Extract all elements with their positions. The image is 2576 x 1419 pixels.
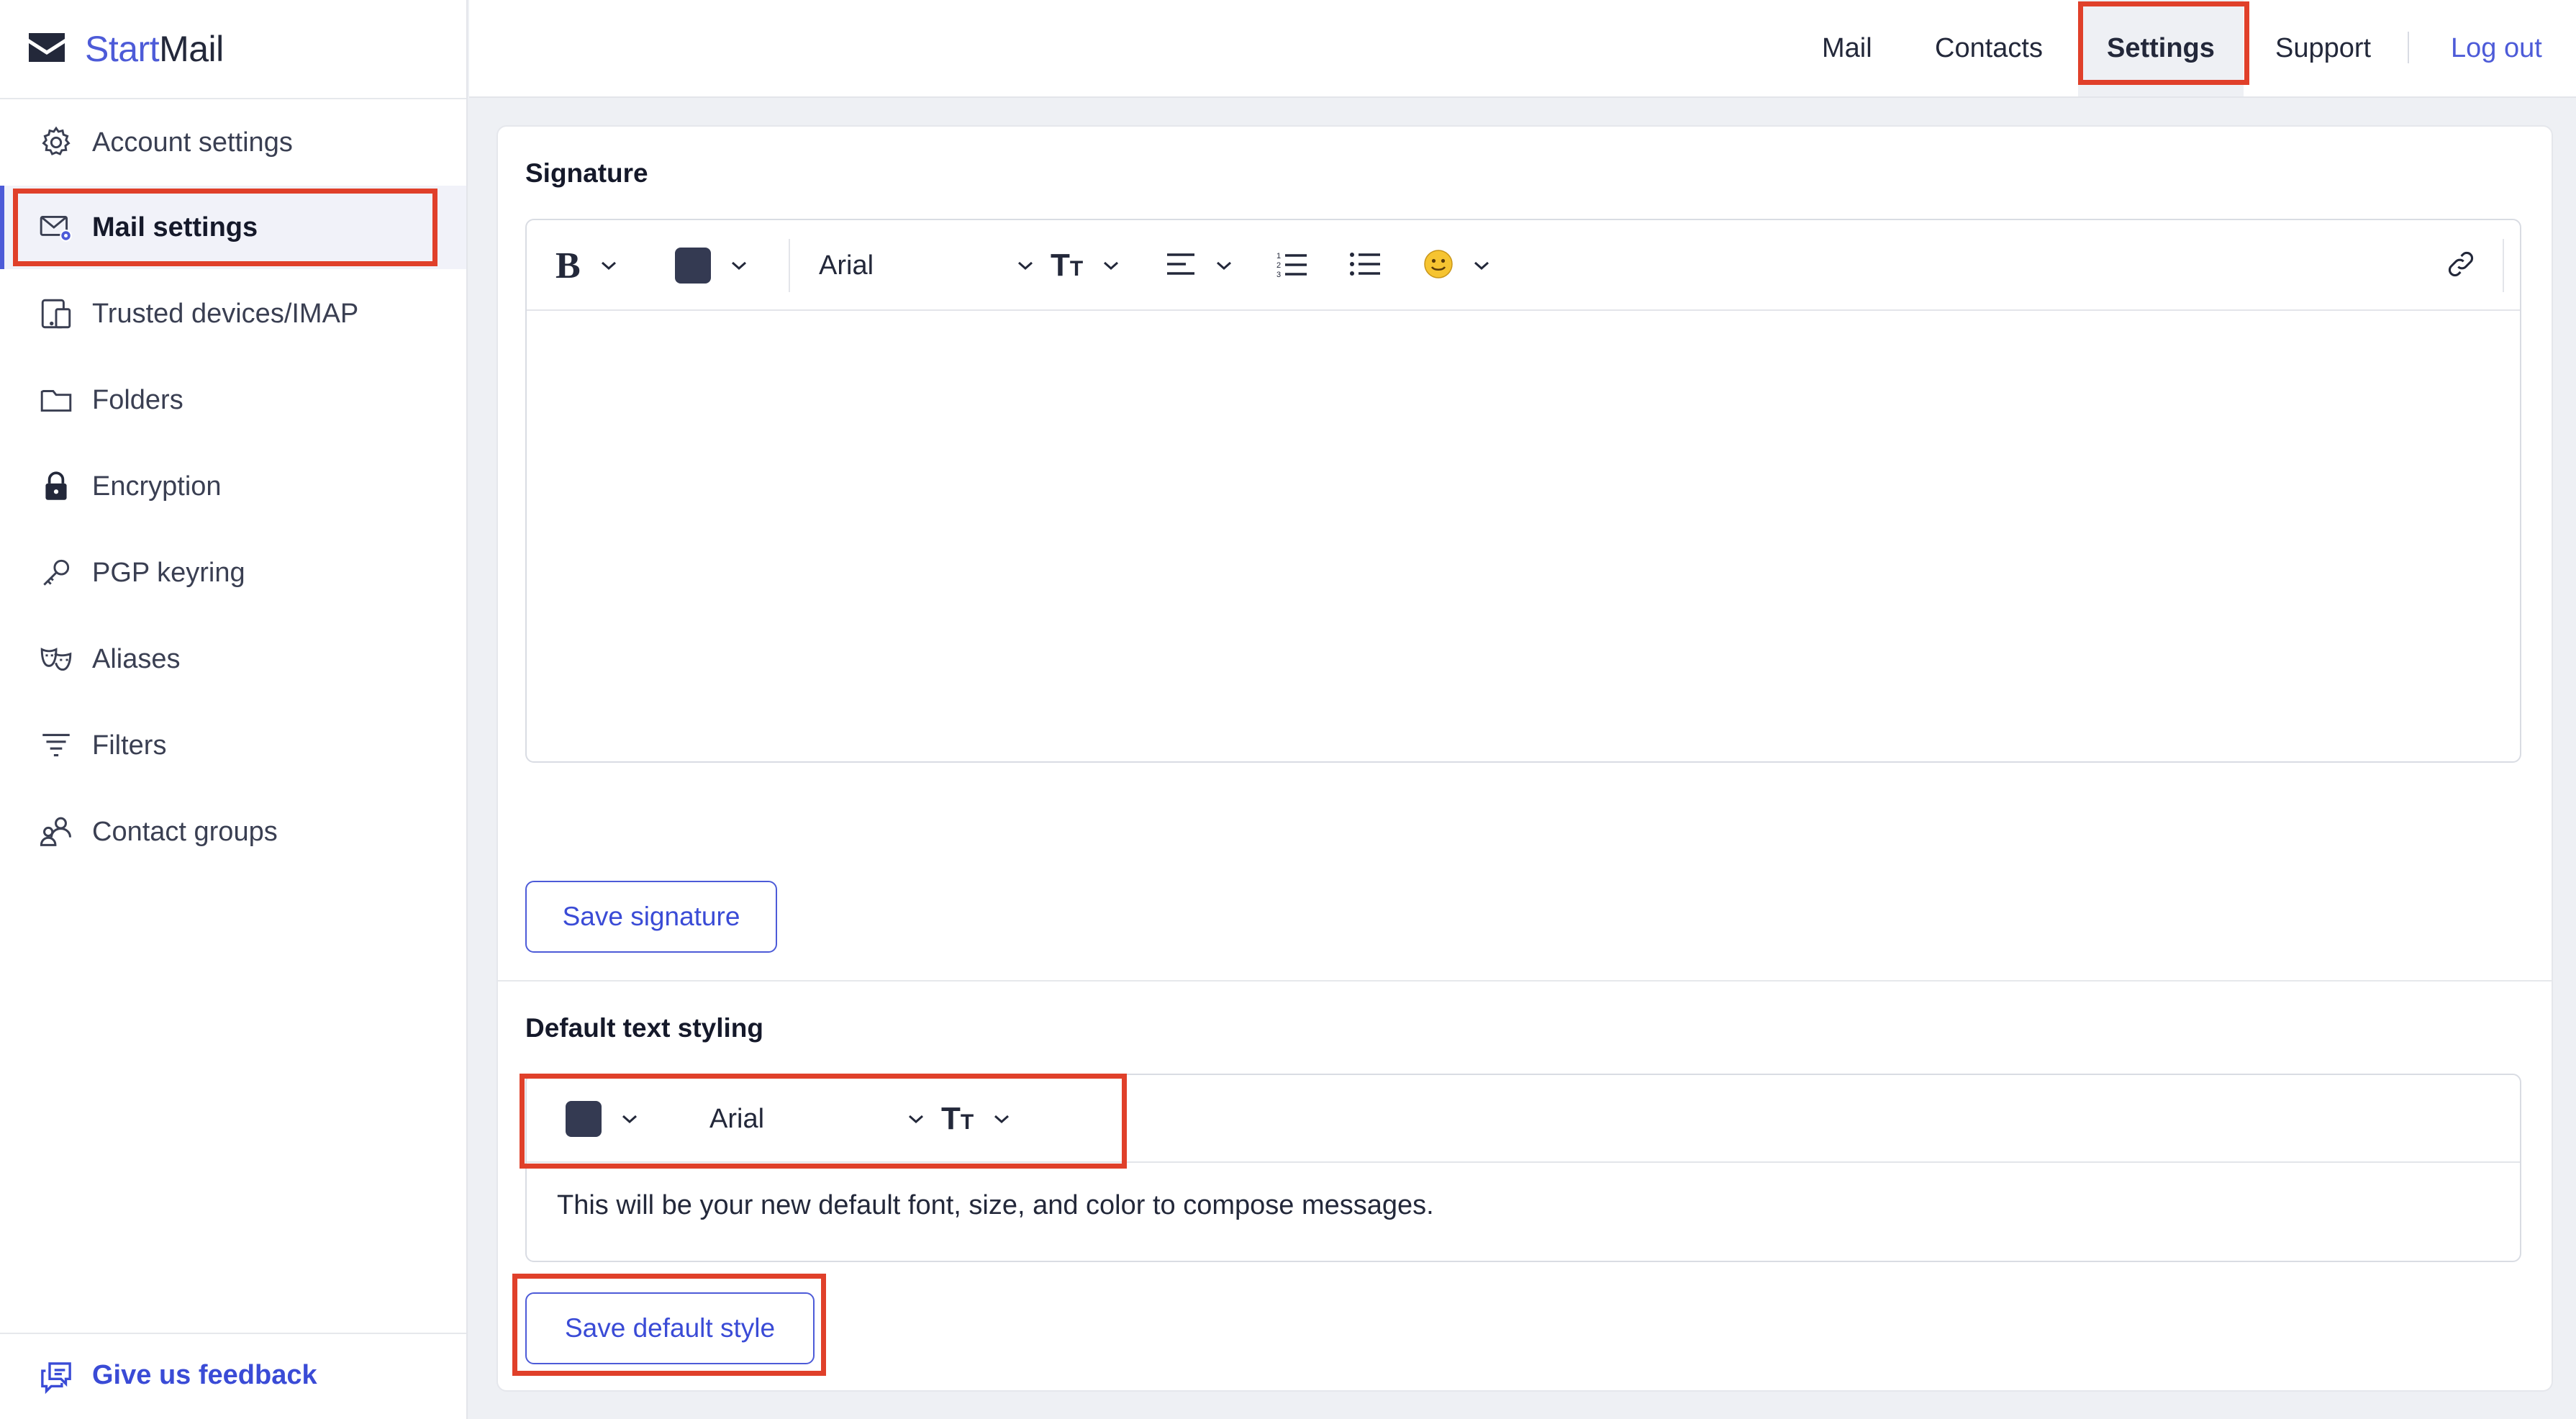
toolbar-separator <box>789 239 790 292</box>
sidebar-item-label: Aliases <box>92 643 181 674</box>
sidebar-item-aliases[interactable]: Aliases <box>0 617 466 701</box>
text-color-swatch <box>566 1101 602 1137</box>
feedback-label: Give us feedback <box>92 1360 317 1390</box>
signature-toolbar: B Arial TT 123 <box>527 220 2520 311</box>
font-family-dropdown[interactable]: Arial <box>819 220 1035 311</box>
gear-icon <box>36 122 76 163</box>
chevron-down-icon <box>907 1113 925 1125</box>
align-left-icon <box>1166 252 1196 280</box>
contact-group-icon <box>36 812 76 852</box>
insert-link-button[interactable] <box>2445 220 2477 311</box>
save-default-style-button[interactable]: Save default style <box>525 1292 815 1364</box>
signature-editor: B Arial TT 123 <box>525 219 2521 763</box>
bold-icon: B <box>555 245 581 286</box>
lock-icon <box>36 466 76 507</box>
font-size-icon: TT <box>941 1101 974 1136</box>
save-signature-button[interactable]: Save signature <box>525 881 777 953</box>
top-navigation: Mail Contacts Settings Support Log out <box>469 0 2576 98</box>
bullet-list-button[interactable] <box>1350 220 1382 311</box>
default-font-size-dropdown[interactable]: TT <box>941 1075 1011 1163</box>
mail-gear-icon <box>36 207 76 248</box>
emoji-dropdown[interactable] <box>1423 220 1491 311</box>
link-icon <box>2445 248 2477 284</box>
svg-text:1: 1 <box>1276 252 1281 260</box>
chevron-down-icon <box>599 260 618 271</box>
nav-contacts[interactable]: Contacts <box>1935 0 2043 96</box>
font-size-icon: TT <box>1051 248 1084 283</box>
chevron-down-icon <box>992 1113 1011 1125</box>
logout-link[interactable]: Log out <box>2451 0 2542 96</box>
give-feedback-link[interactable]: Give us feedback <box>0 1336 466 1419</box>
mail-settings-card: Signature B Arial TT 1 2 3 Save signatur… <box>496 125 2553 1392</box>
ordered-list-icon: 123 <box>1276 250 1308 281</box>
sidebar-item-label: Mail settings <box>92 212 258 242</box>
sidebar-item-contact-groups[interactable]: Contact groups <box>0 790 466 874</box>
text-color-dropdown[interactable] <box>675 220 748 311</box>
brand-name: StartMail <box>85 28 224 70</box>
key-icon <box>36 553 76 593</box>
sidebar-item-label: PGP keyring <box>92 557 245 588</box>
default-style-toolbar: Arial TT <box>527 1075 2520 1163</box>
masks-icon <box>36 639 76 679</box>
chevron-down-icon <box>730 260 748 271</box>
ordered-list-button[interactable]: 123 <box>1276 220 1308 311</box>
text-color-swatch <box>675 248 711 284</box>
svg-text:2: 2 <box>1276 261 1281 270</box>
sidebar-item-filters[interactable]: Filters <box>0 704 466 787</box>
sidebar-item-trusted-devices[interactable]: Trusted devices/IMAP <box>0 272 466 355</box>
envelope-logo-icon <box>27 32 66 67</box>
sidebar-divider <box>0 98 466 99</box>
toolbar-separator <box>2503 239 2504 292</box>
sidebar-item-account-settings[interactable]: Account settings <box>0 101 466 184</box>
section-divider <box>498 980 2552 981</box>
default-font-family-dropdown[interactable]: Arial <box>709 1075 925 1163</box>
chevron-down-icon <box>1102 260 1120 271</box>
nav-mail[interactable]: Mail <box>1822 0 1872 96</box>
default-text-styling-title: Default text styling <box>525 1013 763 1043</box>
signature-title: Signature <box>525 158 648 188</box>
sidebar-item-label: Account settings <box>92 127 293 158</box>
sidebar-item-label: Filters <box>92 730 167 761</box>
filter-icon <box>36 725 76 766</box>
sidebar-item-encryption[interactable]: Encryption <box>0 445 466 528</box>
chevron-down-icon <box>1215 260 1233 271</box>
align-dropdown[interactable] <box>1166 220 1233 311</box>
brand-mail: Mail <box>159 29 224 69</box>
svg-text:3: 3 <box>1276 271 1281 278</box>
font-family-value: Arial <box>819 250 874 281</box>
sidebar-item-label: Trusted devices/IMAP <box>92 298 359 329</box>
nav-support[interactable]: Support <box>2275 0 2371 96</box>
chevron-down-icon <box>1016 260 1035 271</box>
nav-separator <box>2408 32 2409 63</box>
emoji-smiley-icon <box>1423 249 1453 283</box>
nav-settings[interactable]: Settings <box>2078 0 2244 96</box>
devices-icon <box>36 294 76 334</box>
startmail-logo[interactable]: StartMail <box>27 26 224 72</box>
signature-text-area[interactable] <box>527 312 2520 763</box>
bold-dropdown[interactable]: B <box>555 220 618 311</box>
sidebar-item-label: Folders <box>92 384 183 415</box>
sidebar-item-label: Encryption <box>92 471 222 502</box>
default-style-preview-text: This will be your new default font, size… <box>557 1190 1434 1220</box>
sidebar-item-mail-settings[interactable]: Mail settings <box>0 186 466 269</box>
sidebar-item-folders[interactable]: Folders <box>0 358 466 442</box>
default-style-editor: Arial TT This will be your new default f… <box>525 1074 2521 1262</box>
chevron-down-icon <box>620 1113 639 1125</box>
font-size-dropdown[interactable]: TT <box>1051 220 1120 311</box>
font-family-value: Arial <box>709 1103 765 1134</box>
folder-icon <box>36 380 76 420</box>
brand-start: Start <box>85 29 160 69</box>
sidebar-footer-divider <box>0 1333 466 1334</box>
default-text-color-dropdown[interactable] <box>566 1075 639 1163</box>
bullet-list-icon <box>1350 250 1382 281</box>
chat-bubbles-icon <box>35 1356 78 1399</box>
sidebar-item-label: Contact groups <box>92 816 278 847</box>
sidebar: StartMail Account settings Mail settings <box>0 0 468 1419</box>
sidebar-item-pgp-keyring[interactable]: PGP keyring <box>0 531 466 615</box>
chevron-down-icon <box>1472 260 1491 271</box>
